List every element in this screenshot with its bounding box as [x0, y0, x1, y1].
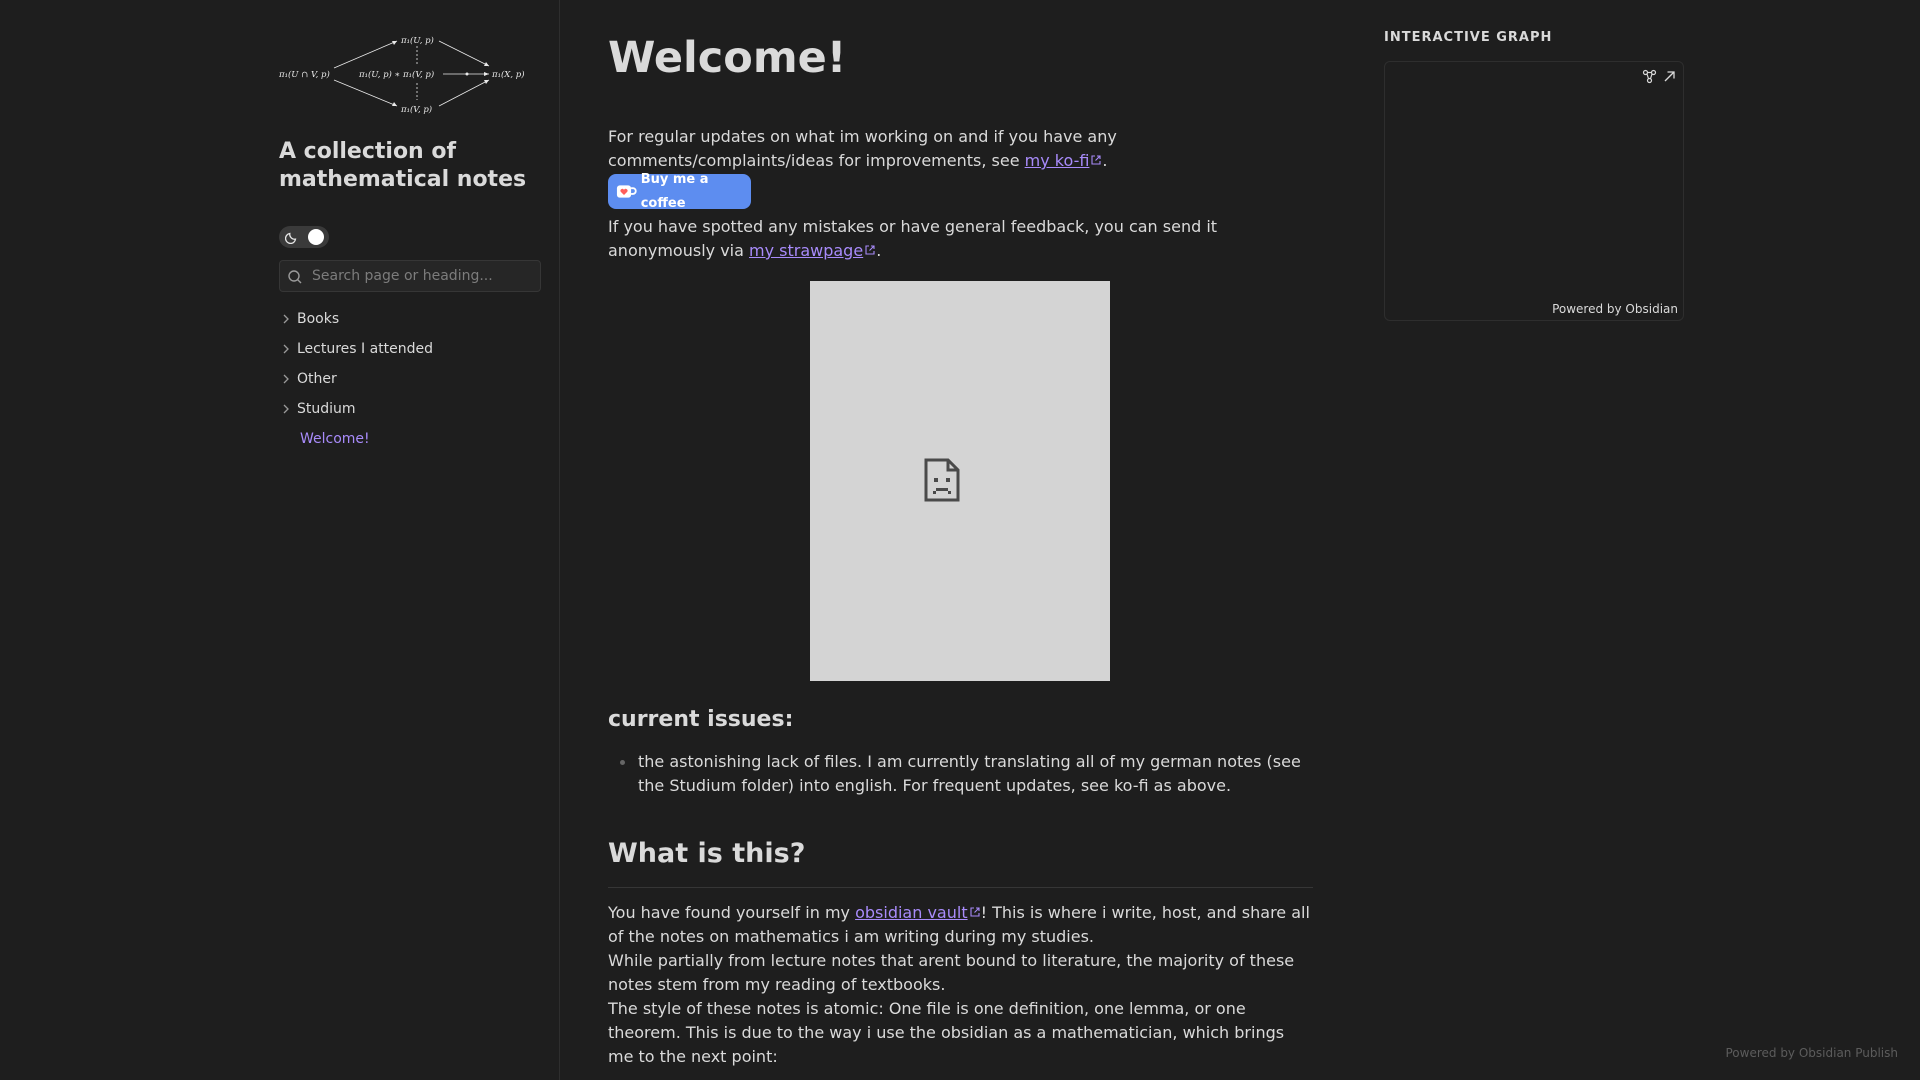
buy-me-a-coffee-button[interactable]: Buy me a coffee: [608, 172, 751, 211]
search-icon: [288, 270, 302, 284]
nav-item-lectures[interactable]: Lectures I attended: [279, 334, 541, 364]
feedback-paragraph: If you have spotted any mistakes or have…: [608, 217, 1218, 260]
external-link-icon: [1091, 155, 1101, 165]
strawpage-link[interactable]: my strawpage: [749, 241, 863, 260]
what-is-this-paragraph: You have found yourself in my obsidian v…: [608, 903, 1310, 1066]
kofi-button-label: Buy me a coffee: [640, 171, 709, 211]
external-link-icon: [865, 245, 875, 255]
interactive-graph[interactable]: Powered by Obsidian: [1384, 61, 1684, 321]
footer-credit[interactable]: Powered by Obsidian Publish: [1725, 1046, 1898, 1060]
nav-item-label: Other: [297, 371, 337, 387]
kofi-link[interactable]: my ko-fi: [1025, 151, 1090, 170]
list-item: the astonishing lack of files. I am curr…: [620, 750, 1313, 798]
chevron-right-icon: [283, 374, 289, 384]
toggle-knob: [308, 229, 324, 245]
chevron-right-icon: [283, 404, 289, 414]
chevron-right-icon: [283, 314, 289, 324]
theme-toggle[interactable]: [279, 226, 329, 248]
graph-heading: INTERACTIVE GRAPH: [1384, 30, 1553, 45]
broken-image: [810, 281, 1110, 681]
nav-item-other[interactable]: Other: [279, 364, 541, 394]
logo-label-top: π₁(U, p): [400, 35, 434, 46]
coffee-cup-icon: [616, 184, 637, 198]
file-tree: Books Lectures I attended Other Studium …: [279, 304, 541, 454]
moon-icon: [285, 232, 297, 244]
graph-powered-by[interactable]: Powered by Obsidian: [1552, 302, 1678, 316]
logo-label-right: π₁(X, p): [491, 69, 525, 80]
nav-item-welcome[interactable]: Welcome!: [279, 424, 541, 454]
external-link-icon: [970, 907, 980, 917]
nav-item-studium[interactable]: Studium: [279, 394, 541, 424]
logo-label-left: π₁(U ∩ V, p): [279, 69, 330, 80]
issues-list: the astonishing lack of files. I am curr…: [608, 750, 1313, 798]
expand-icon[interactable]: [1662, 69, 1677, 84]
nav-item-label: Studium: [297, 401, 356, 417]
graph-icon[interactable]: [1642, 69, 1657, 84]
intro-paragraph: For regular updates on what im working o…: [608, 127, 1117, 170]
logo-label-middle: π₁(U, p) ∗ π₁(V, p): [358, 69, 434, 80]
broken-image-icon: [924, 458, 960, 502]
site-logo[interactable]: π₁(U, p) π₁(U ∩ V, p) π₁(U, p) ∗ π₁(V, p…: [279, 28, 543, 122]
search-box[interactable]: [279, 260, 541, 292]
nav-item-books[interactable]: Books: [279, 304, 541, 334]
nav-item-label: Books: [297, 311, 340, 327]
search-input[interactable]: [310, 261, 538, 291]
current-issues-heading: current issues:: [608, 707, 794, 732]
what-is-this-heading: What is this?: [608, 835, 1313, 888]
main-content: Welcome! For regular updates on what im …: [608, 0, 1313, 1080]
obsidian-vault-link[interactable]: obsidian vault: [855, 903, 968, 922]
left-sidebar: π₁(U, p) π₁(U ∩ V, p) π₁(U, p) ∗ π₁(V, p…: [0, 0, 560, 1080]
logo-label-bottom: π₁(V, p): [400, 104, 432, 115]
nav-item-label: Lectures I attended: [297, 341, 434, 357]
chevron-right-icon: [283, 344, 289, 354]
page-title: Welcome!: [608, 33, 847, 83]
site-name[interactable]: A collection of mathematical notes: [279, 138, 549, 194]
